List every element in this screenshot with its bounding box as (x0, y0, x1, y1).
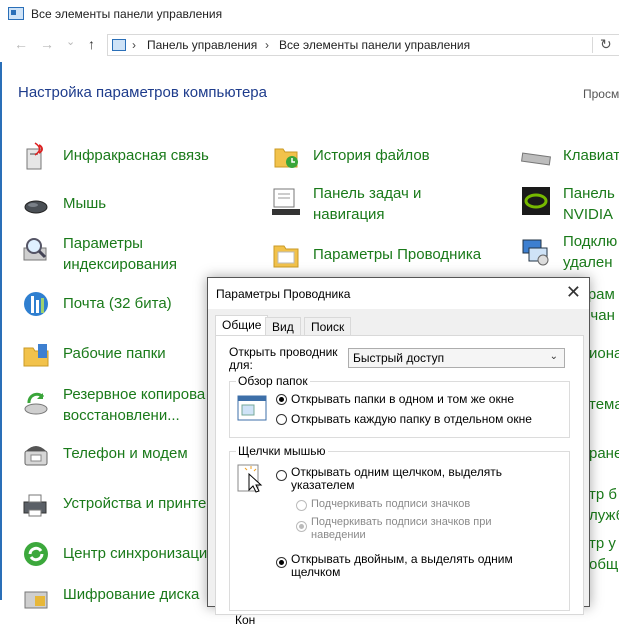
taskbar-icon (272, 188, 300, 215)
page-title: Настройка параметров компьютера (18, 84, 267, 101)
up-arrow-icon[interactable]: ↑ (88, 36, 95, 52)
bitlocker-icon (24, 591, 48, 609)
cp-item-label: Почта (32 бита) (63, 295, 172, 312)
recent-locations-icon[interactable]: ⌄ (66, 35, 75, 48)
mouse-icon (24, 200, 48, 214)
cp-item-label: Параметры Проводника (313, 246, 482, 263)
general-tab-panel: Открыть проводник для: Быстрый доступ ⌄ … (215, 335, 584, 627)
browse-folders-group: Обзор папок Открывать папки в одном и то… (229, 374, 570, 438)
cp-item-label: тр б лужб (589, 486, 619, 524)
backup-icon (24, 392, 48, 415)
option-underline-hover: Подчеркивать подписи значков при наведен… (311, 516, 492, 541)
cp-item-label: Рабочие папки (63, 345, 166, 362)
chevron-down-icon: ⌄ (549, 351, 558, 362)
click-pointer-icon (237, 464, 263, 493)
navigation-bar: ← → ⌄ ↑ › Панель управления › Все элемен… (0, 30, 619, 62)
cp-item-label: Мышь (63, 195, 107, 212)
radio-single-click[interactable] (276, 470, 287, 481)
cp-item-label: Панель задач и навигация (313, 185, 422, 223)
cp-item-label: тема (589, 396, 619, 413)
cp-item-label: Инфракрасная связь (63, 147, 209, 164)
refresh-icon[interactable]: ↻ (600, 36, 612, 53)
control-panel-icon (112, 39, 126, 51)
control-panel-icon (8, 7, 24, 20)
cp-item-label: иона (589, 345, 619, 362)
option-separate-window: Открывать каждую папку в отдельном окне (291, 412, 532, 426)
open-explorer-select[interactable]: Быстрый доступ ⌄ (348, 348, 565, 368)
cp-item-label: Параметры индексирования (63, 235, 177, 273)
nvidia-icon (522, 187, 550, 215)
window-titlebar: Все элементы панели управления (0, 0, 619, 30)
radio-double-click[interactable] (276, 557, 287, 568)
option-double-click: Открывать двойным, а выделять одним щелч… (291, 552, 513, 579)
work-folders-icon (23, 344, 49, 367)
explorer-options-dialog: Параметры Проводника ✕ Общие Вид Поиск О… (207, 277, 590, 627)
cp-item-label: Шифрование диска (63, 586, 200, 603)
tab-general[interactable]: Общие (215, 315, 269, 337)
radio-underline-hover[interactable] (296, 521, 307, 532)
open-explorer-value: Быстрый доступ (353, 351, 445, 365)
cp-item-label: Центр синхронизаци (63, 545, 208, 562)
cp-item-label: Клавиат (563, 147, 619, 164)
breadcrumb-all-items[interactable]: Все элементы панели управления (279, 38, 470, 52)
mouse-clicks-legend: Щелчки мышью (236, 444, 328, 458)
window-border (0, 62, 2, 600)
forward-arrow-icon[interactable]: → (40, 36, 54, 52)
remote-desktop-icon (522, 239, 549, 266)
folder-options-icon (273, 245, 299, 268)
breadcrumb-control-panel[interactable]: Панель управления (147, 38, 257, 52)
file-history-icon (274, 148, 298, 168)
cp-item-label: тр у общ (589, 535, 619, 573)
tab-search[interactable]: Поиск (304, 317, 352, 336)
cp-item-label: Панель NVIDIA (563, 185, 615, 223)
cp-item-label: Подклю удален (563, 233, 618, 271)
window-title: Все элементы панели управления (31, 7, 223, 21)
mouse-clicks-group: Щелчки мышью Открывать одним щелчком, вы… (229, 444, 570, 611)
option-underline-always: Подчеркивать подписи значков (311, 498, 471, 510)
open-explorer-label: Открыть проводник для: (229, 345, 338, 372)
sync-icon (24, 542, 48, 566)
tab-view[interactable]: Вид (265, 317, 301, 336)
radio-separate-window[interactable] (276, 414, 287, 425)
indexing-icon (23, 238, 47, 261)
address-bar[interactable]: › Панель управления › Все элементы панел… (107, 34, 619, 56)
dialog-title: Параметры Проводника (216, 287, 351, 301)
back-arrow-icon[interactable]: ← (14, 36, 28, 52)
keyboard-icon (521, 152, 551, 166)
radio-underline-always[interactable] (296, 500, 307, 511)
view-by-label[interactable]: Просм (583, 87, 619, 101)
browse-folders-legend: Обзор папок (236, 374, 310, 388)
option-single-click: Открывать одним щелчком, выделять указат… (291, 465, 502, 492)
close-icon[interactable]: ✕ (566, 282, 581, 303)
cp-item-label: ране (589, 445, 619, 462)
cp-item-label: Телефон и модем (63, 445, 188, 462)
printer-icon (23, 494, 47, 517)
infrared-icon (26, 142, 43, 170)
privacy-group-legend-partial: Кон (235, 613, 256, 627)
option-same-window: Открывать папки в одном и том же окне (291, 392, 514, 406)
cp-item-label: Резервное копирова восстановлени... (63, 386, 206, 424)
dialog-titlebar: Параметры Проводника ✕ (208, 278, 589, 309)
phone-icon (24, 446, 48, 466)
cp-item-label: Устройства и принте (63, 495, 207, 512)
folder-window-icon (237, 395, 267, 421)
radio-same-window[interactable] (276, 394, 287, 405)
cp-item-label: История файлов (313, 147, 430, 164)
mail-icon (24, 292, 48, 316)
